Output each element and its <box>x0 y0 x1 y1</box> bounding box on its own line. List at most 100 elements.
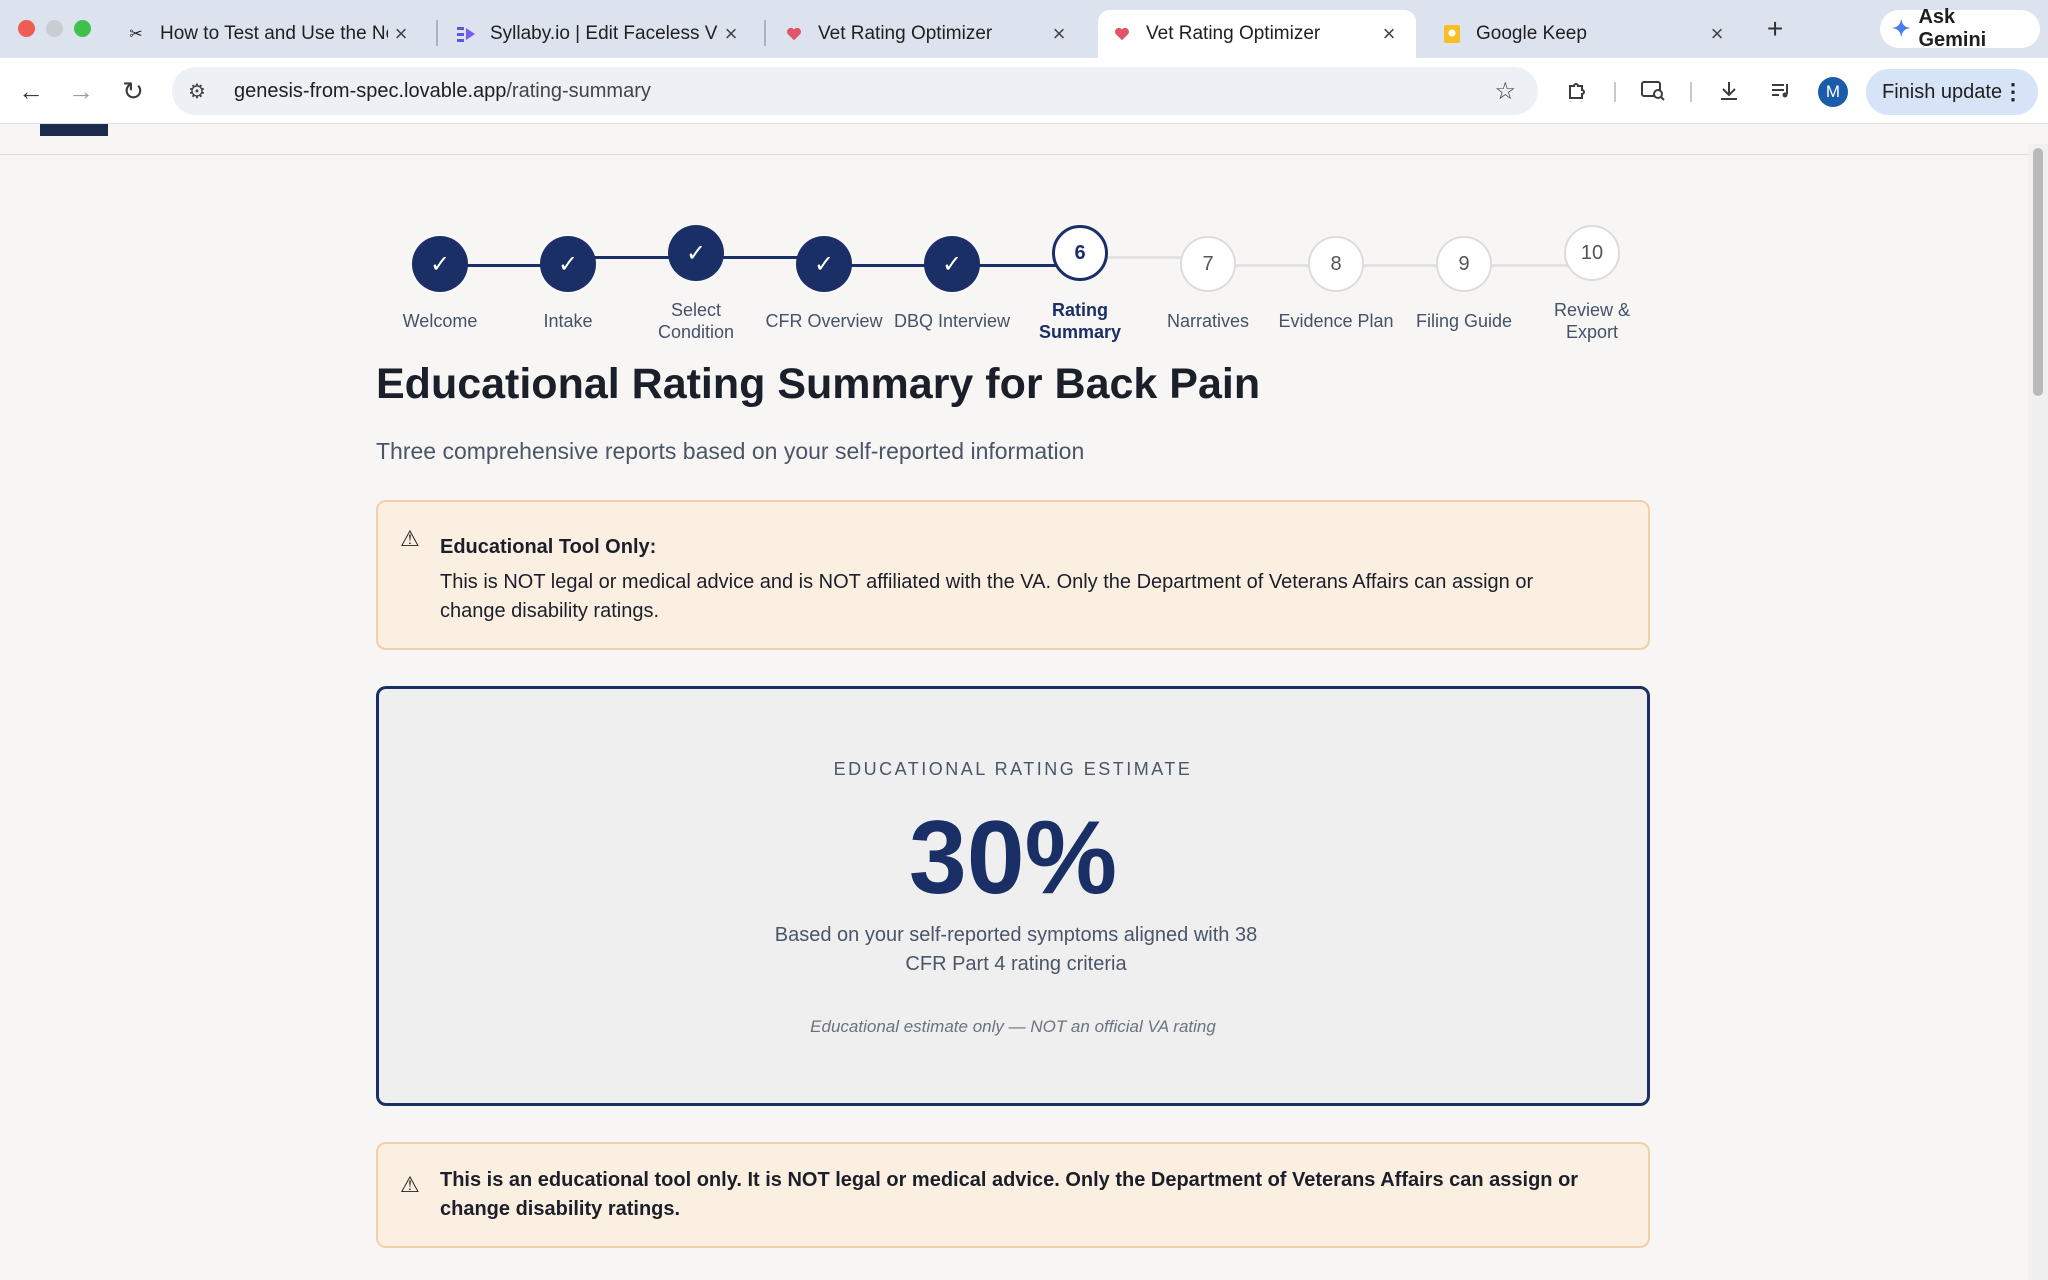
tab-title: Google Keep <box>1476 23 1587 44</box>
notice-text: This is NOT legal or medical advice and … <box>440 571 1534 622</box>
url-text: genesis-from-spec.lovable.app/rating-sum… <box>234 80 651 103</box>
browser-tab-2[interactable]: Syllaby.io | Edit Faceless Vid × <box>442 10 758 58</box>
bottom-notice-text: This is an educational tool only. It is … <box>440 1169 1579 1220</box>
tab-close-icon[interactable]: × <box>718 21 744 47</box>
tab-separator <box>764 20 766 46</box>
app-header-bar <box>0 124 2028 155</box>
step-review-export[interactable]: 10 Review & Export <box>1528 225 1656 343</box>
browser-tab-1[interactable]: ✂ How to Test and Use the No × <box>112 10 428 58</box>
step-number: 9 <box>1436 236 1492 292</box>
page-subtitle: Three comprehensive reports based on you… <box>376 438 1085 464</box>
window-close-button[interactable] <box>18 20 35 37</box>
step-rating-summary[interactable]: 6 Rating Summary <box>1016 225 1144 343</box>
progress-stepper: ✓ Welcome ✓ Intake ✓ Select Condition ✓ … <box>390 200 1630 342</box>
checkmark-icon: ✓ <box>412 236 468 292</box>
rating-value: 30% <box>908 800 1118 916</box>
step-number: 10 <box>1564 225 1620 281</box>
more-menu-icon[interactable]: ⋮ <box>2002 79 2024 105</box>
media-queue-icon[interactable] <box>1764 74 1798 108</box>
step-label: CFR Overview <box>765 311 883 331</box>
step-welcome[interactable]: ✓ Welcome <box>376 236 504 332</box>
url-path: /rating-summary <box>506 79 651 102</box>
reload-icon[interactable]: ↻ <box>116 74 150 108</box>
toolbar-separator <box>1690 82 1692 102</box>
toolbar-separator <box>1614 82 1616 102</box>
browser-toolbar: ← → ↻ ⚙ genesis-from-spec.lovable.app/ra… <box>0 58 2048 124</box>
ask-gemini-label: Ask Gemini <box>1918 6 1987 51</box>
step-number: 8 <box>1308 236 1364 292</box>
bookmark-star-icon[interactable]: ☆ <box>1494 77 1516 106</box>
step-label: Review & Export <box>1553 300 1631 342</box>
tab-title: Vet Rating Optimizer <box>818 23 993 44</box>
rating-basis: Based on your self-reported symptoms ali… <box>774 924 1258 975</box>
url-domain: genesis-from-spec.lovable.app <box>234 79 507 102</box>
tab-title: How to Test and Use the No <box>160 23 388 44</box>
tab-title: Vet Rating Optimizer <box>1146 23 1321 44</box>
step-filing-guide[interactable]: 9 Filing Guide <box>1400 236 1528 332</box>
window-zoom-button[interactable] <box>74 20 91 37</box>
browser-tab-5[interactable]: Google Keep × <box>1428 10 1744 58</box>
rating-disclaimer: Educational estimate only — NOT an offic… <box>810 1017 1216 1036</box>
forward-arrow-icon[interactable]: → <box>64 74 98 108</box>
step-label: Intake <box>543 311 593 331</box>
step-label: Narratives <box>1166 311 1250 331</box>
step-label: DBQ Interview <box>893 311 1011 331</box>
step-number: 6 <box>1052 225 1108 281</box>
warning-triangle-icon: ⚠ <box>400 1172 420 1197</box>
step-cfr-overview[interactable]: ✓ CFR Overview <box>760 236 888 332</box>
site-settings-icon[interactable]: ⚙ <box>188 79 214 104</box>
step-label: Welcome <box>402 311 478 331</box>
checkmark-icon: ✓ <box>540 236 596 292</box>
tab-close-icon[interactable]: × <box>1704 21 1730 47</box>
step-number: 7 <box>1180 236 1236 292</box>
browser-tab-4-active[interactable]: Vet Rating Optimizer × <box>1098 10 1416 58</box>
browser-tab-3[interactable]: Vet Rating Optimizer × <box>770 10 1086 58</box>
scrollbar-thumb[interactable] <box>2033 148 2043 396</box>
notice-title: Educational Tool Only: <box>440 536 657 558</box>
tab-title: Syllaby.io | Edit Faceless Vid <box>490 23 718 44</box>
tab-separator <box>436 20 438 46</box>
profile-avatar[interactable]: M <box>1818 77 1848 107</box>
checkmark-icon: ✓ <box>796 236 852 292</box>
tab-search-icon[interactable] <box>1636 74 1670 108</box>
bottom-notice: ⚠ This is an educational tool only. It i… <box>376 1142 1650 1248</box>
checkmark-icon: ✓ <box>924 236 980 292</box>
heart-icon <box>784 24 804 44</box>
scissors-icon: ✂ <box>129 26 143 43</box>
finish-update-label: Finish update <box>1882 80 2003 103</box>
syllaby-icon <box>456 24 476 44</box>
checkmark-icon: ✓ <box>668 225 724 281</box>
warning-triangle-icon: ⚠ <box>400 526 420 551</box>
page-content: ✓ Welcome ✓ Intake ✓ Select Condition ✓ … <box>0 124 2048 1280</box>
brand-accent-bar <box>40 124 108 136</box>
keep-icon <box>1442 24 1462 44</box>
step-intake[interactable]: ✓ Intake <box>504 236 632 332</box>
tab-close-icon[interactable]: × <box>1376 21 1402 47</box>
rating-eyebrow: EDUCATIONAL RATING ESTIMATE <box>833 759 1193 779</box>
step-evidence-plan[interactable]: 8 Evidence Plan <box>1272 236 1400 332</box>
heart-icon <box>1112 24 1132 44</box>
tab-close-icon[interactable]: × <box>388 21 414 47</box>
window-minimize-button[interactable] <box>46 20 63 37</box>
step-narratives[interactable]: 7 Narratives <box>1144 236 1272 332</box>
step-label: Filing Guide <box>1415 311 1513 331</box>
extensions-puzzle-icon[interactable] <box>1560 74 1594 108</box>
browser-tab-strip: ✂ How to Test and Use the No × Syllaby.i… <box>0 0 2048 58</box>
gemini-sparkle-icon: ✦ <box>1892 16 1911 41</box>
step-dbq-interview[interactable]: ✓ DBQ Interview <box>888 236 1016 332</box>
finish-update-button[interactable]: Finish update ⋮ <box>1866 69 2038 115</box>
download-icon[interactable] <box>1712 74 1746 108</box>
page-title: Educational Rating Summary for Back Pain <box>376 360 1261 408</box>
rating-estimate-card: EDUCATIONAL RATING ESTIMATE 30% Based on… <box>376 686 1650 1106</box>
new-tab-button[interactable]: + <box>1760 13 1790 44</box>
address-bar[interactable]: ⚙ genesis-from-spec.lovable.app/rating-s… <box>172 67 1538 115</box>
tab-close-icon[interactable]: × <box>1046 21 1072 47</box>
step-select-condition[interactable]: ✓ Select Condition <box>632 225 760 343</box>
educational-notice: ⚠ Educational Tool Only: This is NOT leg… <box>376 500 1650 650</box>
back-arrow-icon[interactable]: ← <box>14 74 48 108</box>
step-label: Evidence Plan <box>1278 311 1394 331</box>
page-scrollbar[interactable] <box>2028 144 2048 1280</box>
step-label: Rating Summary <box>1038 300 1122 342</box>
step-label: Select Condition <box>657 300 735 342</box>
ask-gemini-button[interactable]: ✦ Ask Gemini <box>1880 6 2040 51</box>
